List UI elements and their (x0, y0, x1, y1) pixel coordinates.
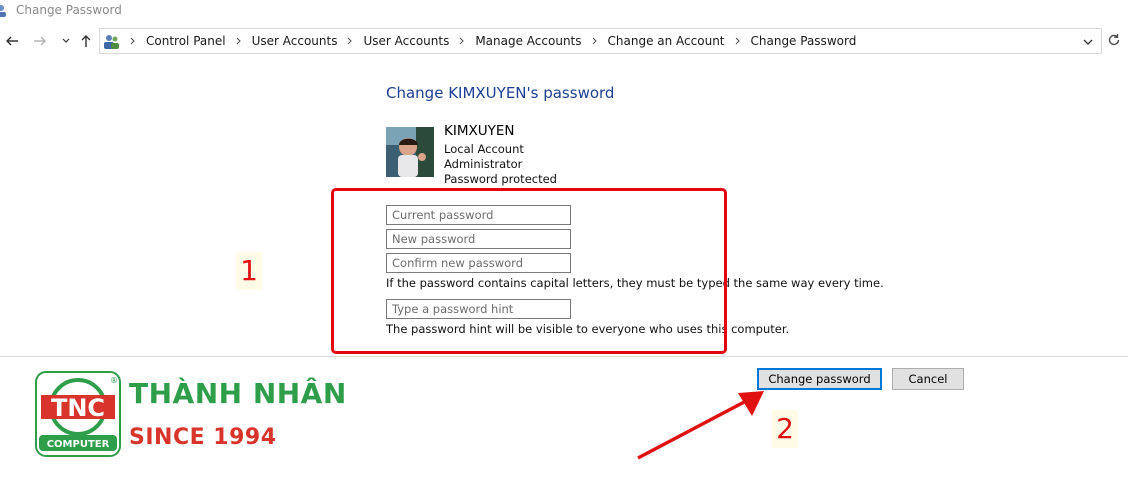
back-button[interactable] (3, 32, 21, 50)
chevron-right-icon (731, 34, 745, 48)
logo-initials: TNC (51, 394, 105, 422)
chevron-down-icon (62, 38, 70, 43)
annotation-arrow-icon (637, 391, 764, 460)
forward-button[interactable] (31, 32, 49, 50)
breadcrumb-change-an-account[interactable]: Change an Account (604, 34, 729, 48)
logo-tagline: COMPUTER (47, 439, 110, 450)
breadcrumb-control-panel[interactable]: Control Panel (142, 34, 230, 48)
password-status: Password protected (444, 172, 557, 186)
up-arrow-icon (81, 35, 91, 47)
chevron-right-icon (232, 34, 246, 48)
user-name: KIMXUYEN (444, 123, 515, 139)
breadcrumb-manage-accounts[interactable]: Manage Accounts (471, 34, 585, 48)
forward-arrow-icon (34, 36, 46, 46)
cancel-button[interactable]: Cancel (892, 368, 964, 390)
address-dropdown-icon[interactable] (1081, 35, 1095, 49)
account-type: Local Account (444, 142, 524, 156)
user-accounts-icon (104, 35, 119, 49)
user-avatar (386, 127, 434, 177)
up-button[interactable] (77, 32, 95, 50)
window-title: Change Password (16, 3, 122, 17)
footer-divider (0, 356, 1128, 357)
address-bar[interactable]: Control Panel User Accounts User Account… (99, 28, 1102, 54)
chevron-right-icon (126, 34, 140, 48)
recent-locations-button[interactable] (57, 32, 75, 50)
back-arrow-icon (6, 36, 18, 46)
chevron-right-icon (343, 34, 357, 48)
breadcrumb-user-accounts[interactable]: User Accounts (248, 34, 342, 48)
chevron-right-icon (588, 34, 602, 48)
breadcrumb-change-password[interactable]: Change Password (747, 34, 861, 48)
navigation-bar: Control Panel User Accounts User Account… (0, 26, 1128, 56)
refresh-icon[interactable] (1106, 32, 1122, 48)
registered-mark: ® (110, 376, 118, 385)
title-bar: Change Password (0, 0, 1128, 24)
breadcrumb: Control Panel User Accounts User Account… (124, 34, 860, 48)
breadcrumb-user-accounts-2[interactable]: User Accounts (359, 34, 453, 48)
step-2-label: 2 (772, 410, 798, 448)
step-1-label: 1 (236, 252, 262, 290)
highlight-box (331, 188, 727, 354)
brand-name: THÀNH NHÂN (129, 377, 347, 410)
page-title: Change KIMXUYEN's password (386, 84, 615, 102)
chevron-right-icon (455, 34, 469, 48)
tnc-logo: TNC COMPUTER ® THÀNH NHÂN SINCE 1994 (35, 371, 355, 461)
user-accounts-icon (0, 5, 6, 17)
tnc-emblem: TNC COMPUTER ® (35, 371, 121, 457)
account-role: Administrator (444, 157, 523, 171)
brand-since: SINCE 1994 (129, 425, 277, 450)
